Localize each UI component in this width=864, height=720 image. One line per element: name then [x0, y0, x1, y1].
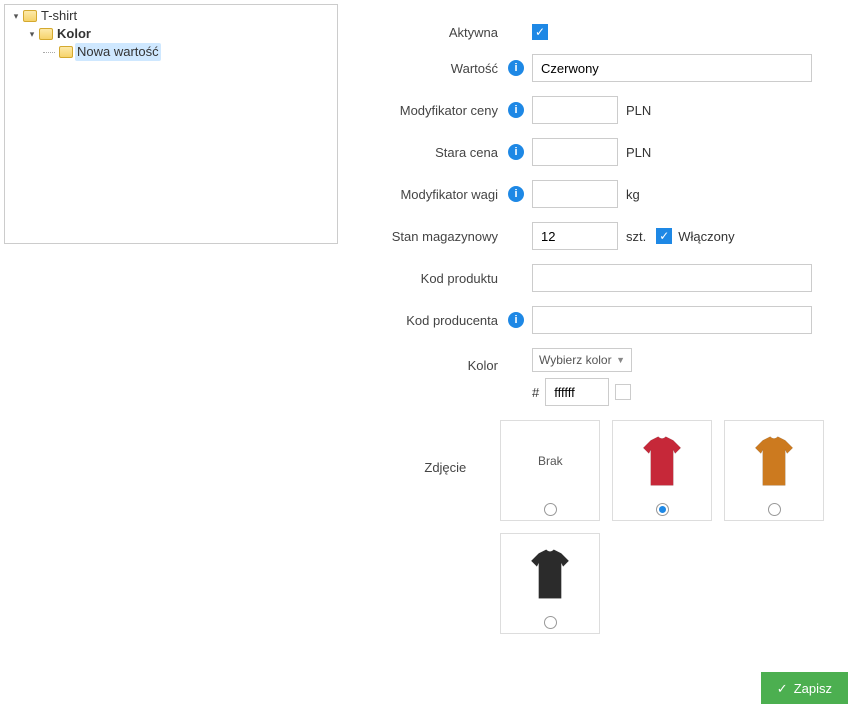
unit-szt: szt. [626, 229, 646, 244]
label-weight-mod: Modyfikator wagi [368, 187, 508, 202]
folder-icon [39, 28, 53, 40]
attribute-form: Aktywna Wartość i Modyfikator ceny i PLN… [358, 4, 860, 658]
image-radio[interactable] [544, 503, 557, 516]
hash-label: # [532, 385, 539, 400]
tshirt-thumbnail [616, 425, 708, 497]
image-option[interactable]: Brak [500, 420, 600, 521]
image-radio[interactable] [768, 503, 781, 516]
label-value: Wartość [368, 61, 508, 76]
attribute-tree: ▾ T-shirt ▾ Kolor Nowa wartość [4, 4, 338, 244]
image-none: Brak [504, 425, 596, 497]
info-icon[interactable]: i [508, 312, 524, 328]
color-swatch[interactable] [615, 384, 631, 400]
label-stock: Stan magazynowy [368, 229, 508, 244]
tree-item-value[interactable]: Nowa wartość [43, 43, 331, 61]
tree-item-label: Nowa wartość [75, 43, 161, 61]
weight-mod-input[interactable] [532, 180, 618, 208]
product-code-input[interactable] [532, 264, 812, 292]
folder-icon [59, 46, 73, 58]
tree-item-attr[interactable]: ▾ Kolor [27, 25, 331, 43]
label-old-price: Stara cena [368, 145, 508, 160]
image-radio[interactable] [544, 616, 557, 629]
tree-item-tshirt[interactable]: ▾ T-shirt [11, 7, 331, 25]
old-price-input[interactable] [532, 138, 618, 166]
unit-pln: PLN [626, 103, 651, 118]
tree-toggle-icon[interactable]: ▾ [27, 29, 37, 39]
info-icon[interactable]: i [508, 186, 524, 202]
image-option[interactable] [724, 420, 824, 521]
label-manufacturer-code: Kod producenta [368, 313, 508, 328]
folder-icon [23, 10, 37, 22]
tree-connector [43, 52, 55, 53]
color-select-placeholder: Wybierz kolor [539, 353, 612, 367]
check-icon: ✓ [777, 682, 788, 695]
save-button-label: Zapisz [794, 681, 832, 696]
chevron-down-icon: ▼ [616, 355, 625, 365]
tree-toggle-icon[interactable]: ▾ [11, 11, 21, 21]
unit-pln: PLN [626, 145, 651, 160]
save-button[interactable]: ✓ Zapisz [761, 672, 848, 704]
image-option[interactable] [612, 420, 712, 521]
value-input[interactable] [532, 54, 812, 82]
unit-kg: kg [626, 187, 640, 202]
tshirt-thumbnail [728, 425, 820, 497]
image-options: Brak [500, 420, 830, 634]
label-image: Zdjęcie [368, 420, 476, 475]
image-radio[interactable] [656, 503, 669, 516]
price-mod-input[interactable] [532, 96, 618, 124]
color-select[interactable]: Wybierz kolor ▼ [532, 348, 632, 372]
color-hex-input[interactable] [545, 378, 609, 406]
info-icon[interactable]: i [508, 60, 524, 76]
info-icon[interactable]: i [508, 144, 524, 160]
manufacturer-code-input[interactable] [532, 306, 812, 334]
label-product-code: Kod produktu [368, 271, 508, 286]
stock-input[interactable] [532, 222, 618, 250]
label-active: Aktywna [368, 25, 508, 40]
active-checkbox[interactable] [532, 24, 548, 40]
tree-item-label: Kolor [55, 25, 93, 43]
tshirt-thumbnail [504, 538, 596, 610]
info-icon[interactable]: i [508, 102, 524, 118]
image-option[interactable] [500, 533, 600, 634]
stock-enabled-label: Włączony [678, 229, 734, 244]
label-price-mod: Modyfikator ceny [368, 103, 508, 118]
label-color: Kolor [368, 348, 508, 373]
tree-item-label: T-shirt [39, 7, 79, 25]
stock-enabled-checkbox[interactable] [656, 228, 672, 244]
